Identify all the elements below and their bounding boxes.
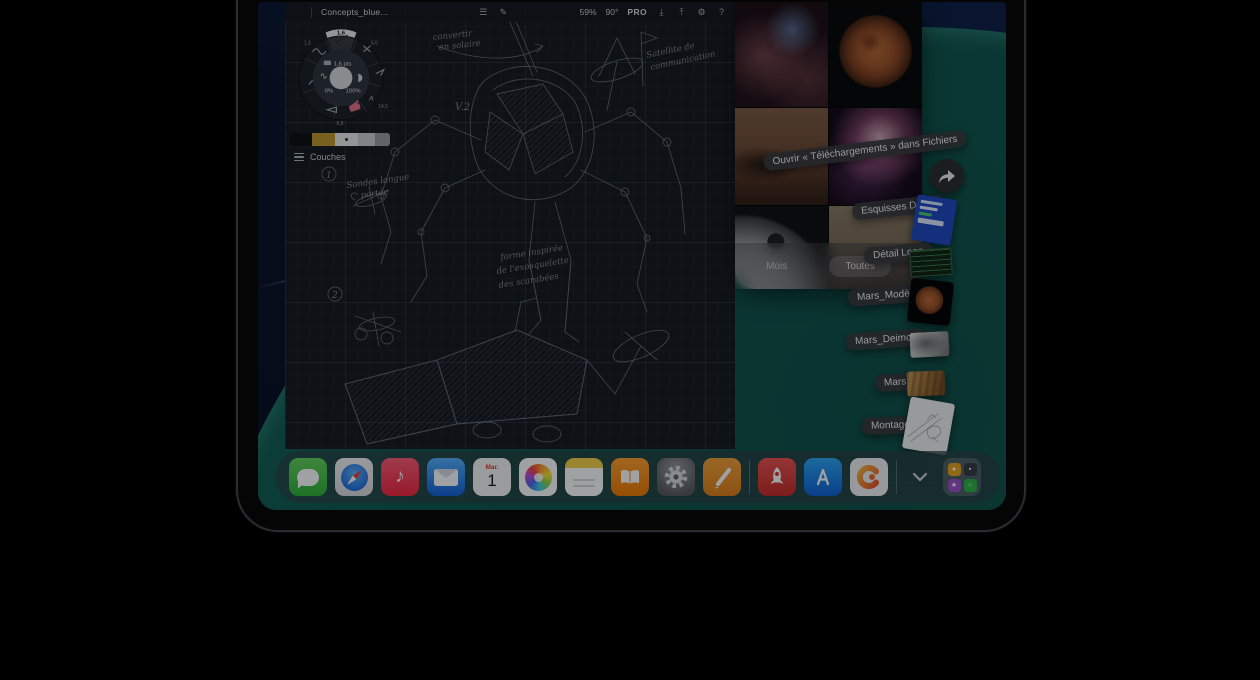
ipad-screen: convertir en solaire Satellite de commun…: [258, 2, 1006, 510]
swatch-gold[interactable]: [312, 133, 335, 146]
dock-divider: [749, 460, 750, 494]
grid-settings-icon[interactable]: [459, 7, 469, 17]
help-button[interactable]: ?: [716, 7, 727, 18]
music-note-icon: ♪: [395, 466, 405, 488]
ring-size-1: 1,3: [304, 40, 311, 46]
dock-icon-app-store[interactable]: [804, 458, 842, 496]
drag-thumb-esquisses-decal[interactable]: [911, 194, 958, 246]
dock-collapse-chevron[interactable]: [905, 458, 935, 496]
layers-label: Couches: [310, 152, 346, 162]
zoom-level[interactable]: 59%: [580, 7, 597, 17]
layers-burger-icon: [294, 153, 304, 161]
photo-horsehead-nebula[interactable]: [735, 2, 828, 107]
brush-preview-circle[interactable]: [330, 67, 353, 90]
dock-icon-settings[interactable]: [657, 458, 695, 496]
mini-star-app-icon: ★: [948, 479, 961, 492]
concepts-canvas[interactable]: convertir en solaire Satellite de commun…: [285, 2, 735, 449]
annotation-number-2: 2: [331, 291, 338, 301]
chevron-down-icon: [912, 472, 928, 482]
dock-icon-sketch-pen[interactable]: [703, 458, 741, 496]
dock-divider: [896, 460, 897, 494]
drag-thumb-mars-deimos[interactable]: [909, 331, 949, 358]
compass-icon: [341, 464, 368, 491]
home-grid-icon[interactable]: [293, 8, 302, 17]
ring-size-3: 14,5: [378, 104, 388, 110]
rocket-icon: [765, 465, 789, 489]
swatch-black[interactable]: [290, 133, 312, 146]
photo-mars-planet[interactable]: [829, 2, 922, 107]
dock-icon-app-folder[interactable]: ● ▪ ★ ○: [943, 458, 981, 496]
dock-icon-photos[interactable]: [519, 458, 557, 496]
pro-button[interactable]: PRO: [627, 7, 647, 17]
swatch-gray[interactable]: [375, 133, 390, 146]
share-drag-badge[interactable]: [930, 159, 964, 193]
dock-icon-books[interactable]: [611, 458, 649, 496]
swatch-lightgray[interactable]: [358, 133, 375, 146]
open-book-icon: [619, 469, 641, 485]
dock-icon-mail[interactable]: [427, 458, 465, 496]
concepts-c-icon: [855, 463, 883, 491]
export-icon[interactable]: ⤒: [676, 7, 687, 18]
ring-size-2: 5,5: [371, 40, 378, 46]
dock-icon-music[interactable]: ♪: [381, 458, 419, 496]
folder-mini-icons: ● ▪ ★ ○: [948, 463, 977, 492]
calendar-day: 1: [487, 472, 496, 489]
stroke-size-label: 1,6 pts: [334, 62, 352, 68]
svg-text:A: A: [368, 96, 373, 103]
ring-size-4: 6,8: [336, 121, 343, 127]
annotation-number-1: 1: [326, 171, 332, 181]
dock-icon-safari[interactable]: [335, 458, 373, 496]
settings-gear-icon[interactable]: ⚙: [696, 7, 707, 18]
dock-icon-rocket[interactable]: [758, 458, 796, 496]
gear-icon: [663, 464, 689, 490]
annotation-version: V.2: [455, 102, 470, 113]
tool-wheel[interactable]: A 1,6 1,3 5,5 14,5 6,8: [291, 26, 391, 128]
ipad-device: convertir en solaire Satellite de commun…: [236, 0, 1026, 532]
toolbar-divider: [311, 7, 312, 18]
active-tool-size: 1,6: [337, 30, 346, 36]
drag-thumb-mars-modele[interactable]: [907, 278, 954, 326]
mini-camera-app-icon: ▪: [964, 463, 977, 476]
import-icon[interactable]: ⤓: [656, 7, 667, 18]
pen-tool-icon[interactable]: ✎: [498, 7, 509, 18]
tab-months[interactable]: Mois: [766, 261, 787, 272]
appstore-a-icon: [811, 465, 835, 489]
dock: ♪ Mar. 1: [276, 451, 1000, 503]
layers-stack-icon[interactable]: ☰: [478, 7, 489, 18]
mini-lightbulb-app-icon: ●: [948, 463, 961, 476]
rotation-angle[interactable]: 90°: [606, 7, 619, 17]
speech-bubble-icon: [297, 469, 319, 486]
forward-arrow-icon: [938, 169, 956, 184]
document-title[interactable]: Concepts_blue...: [321, 7, 388, 17]
envelope-icon: [434, 469, 458, 486]
montage-sketch-lines: [902, 396, 955, 455]
color-palette-strip: [290, 133, 390, 146]
layers-button[interactable]: Couches: [294, 152, 346, 162]
pen-icon: [709, 464, 735, 490]
dock-icon-calendar[interactable]: Mar. 1: [473, 458, 511, 496]
opacity-min-label: 0%: [325, 88, 334, 94]
opacity-max-label: 100%: [346, 88, 362, 94]
dock-icon-notes[interactable]: [565, 458, 603, 496]
dock-icon-messages[interactable]: [289, 458, 327, 496]
swatch-white-selected[interactable]: [335, 133, 358, 146]
flower-icon: [525, 464, 552, 491]
mini-timer-app-icon: ○: [964, 479, 977, 492]
drag-thumb-detail-logo[interactable]: [909, 248, 953, 278]
drag-thumb-montage[interactable]: [902, 396, 955, 455]
concepts-toolbar: Concepts_blue... ☰ ✎ 59% 90° PRO ⤓ ⤒ ⚙ ?: [285, 2, 735, 22]
drag-thumb-mars[interactable]: [907, 370, 946, 396]
dock-icon-concepts[interactable]: [850, 458, 888, 496]
